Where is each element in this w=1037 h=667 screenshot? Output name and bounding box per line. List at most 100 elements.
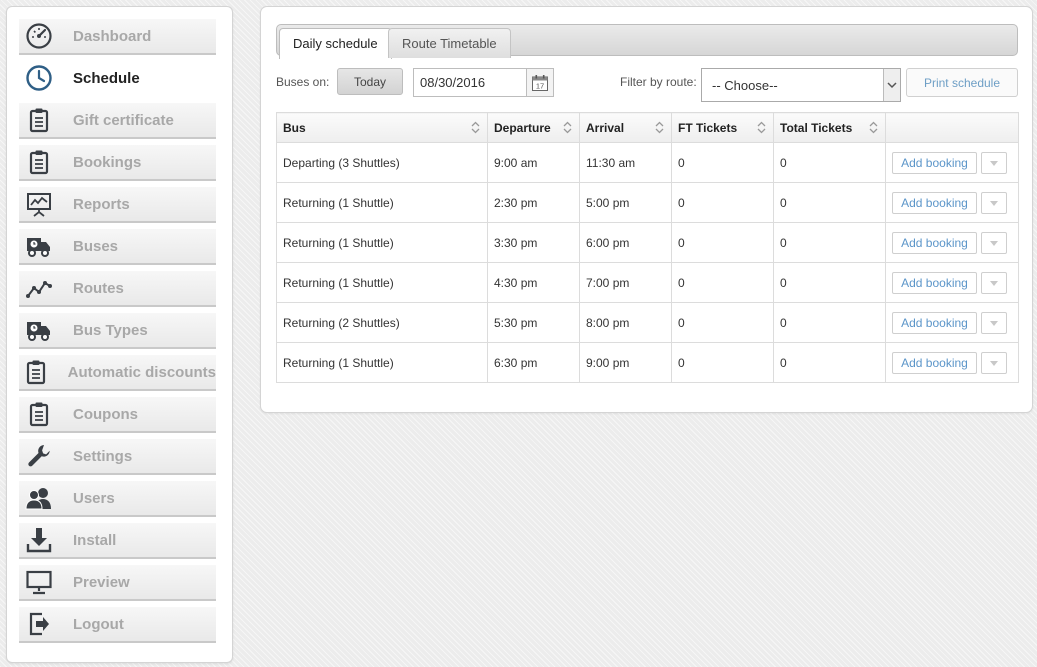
sort-icon[interactable] [563, 121, 572, 134]
tab-daily-schedule[interactable]: Daily schedule [279, 28, 392, 59]
sort-icon[interactable] [757, 121, 766, 134]
sort-icon[interactable] [655, 121, 664, 134]
sidebar-item-bookings[interactable]: Bookings [19, 145, 216, 181]
sidebar: Dashboard Schedule Gift certificate Booking… [6, 6, 233, 663]
tab-bar: Daily schedule Route Timetable [276, 24, 1018, 59]
sidebar-item-reports[interactable]: Reports [19, 187, 216, 223]
sidebar-item-label: Schedule [73, 69, 140, 87]
column-header-actions [885, 112, 1019, 143]
monitor-icon [19, 565, 59, 599]
sidebar-item-label: Buses [73, 237, 119, 255]
date-input[interactable] [414, 75, 534, 90]
table-row: Returning (1 Shuttle) 3:30 pm 6:00 pm 0 0 Add… [276, 222, 1019, 263]
print-schedule-button[interactable]: Print schedule [906, 68, 1018, 97]
caret-down-icon [990, 200, 998, 206]
sidebar-item-label: Bus Types [73, 321, 148, 339]
date-field[interactable]: 17 [413, 68, 554, 97]
add-booking-button[interactable]: Add booking [892, 352, 977, 374]
cell-actions: Add booking [885, 342, 1019, 383]
logout-icon [19, 607, 59, 641]
more-actions-button[interactable] [981, 192, 1007, 214]
table-body: Departing (3 Shuttles) 9:00 am 11:30 am 0 0 A… [276, 142, 1019, 383]
column-header-total-tickets[interactable]: Total Tickets [773, 112, 886, 143]
clipboard-icon [19, 355, 54, 389]
row-actions: Add booking [887, 144, 1018, 182]
cell-departure: 3:30 pm [487, 222, 580, 263]
cell-actions: Add booking [885, 182, 1019, 223]
sidebar-item-routes[interactable]: Routes [19, 271, 216, 307]
cell-bus: Departing (3 Shuttles) [276, 142, 488, 183]
row-actions: Add booking [887, 224, 1018, 262]
cell-bus: Returning (1 Shuttle) [276, 342, 488, 383]
row-actions: Add booking [887, 344, 1018, 382]
cell-total-tickets: 0 [773, 182, 886, 223]
clipboard-icon [19, 397, 59, 431]
table-row: Returning (1 Shuttle) 2:30 pm 5:00 pm 0 0 Add… [276, 182, 1019, 223]
add-booking-button[interactable]: Add booking [892, 312, 977, 334]
more-actions-button[interactable] [981, 152, 1007, 174]
sidebar-item-users[interactable]: Users [19, 481, 216, 517]
add-booking-button[interactable]: Add booking [892, 192, 977, 214]
sidebar-item-dashboard[interactable]: Dashboard [19, 19, 216, 55]
add-booking-button[interactable]: Add booking [892, 272, 977, 294]
chevron-down-icon[interactable] [883, 69, 900, 101]
cell-total-tickets: 0 [773, 262, 886, 303]
column-header-ft-tickets[interactable]: FT Tickets [671, 112, 774, 143]
cell-arrival: 5:00 pm [579, 182, 672, 223]
row-actions: Add booking [887, 264, 1018, 302]
cell-departure: 2:30 pm [487, 182, 580, 223]
cell-arrival: 6:00 pm [579, 222, 672, 263]
route-select[interactable]: -- Choose-- [701, 68, 901, 102]
sidebar-item-logout[interactable]: Logout [19, 607, 216, 643]
calendar-icon[interactable]: 17 [526, 69, 553, 96]
sidebar-item-label: Logout [73, 615, 124, 633]
sidebar-item-label: Install [73, 531, 117, 549]
cell-total-tickets: 0 [773, 222, 886, 263]
sidebar-item-preview[interactable]: Preview [19, 565, 216, 601]
today-button[interactable]: Today [337, 68, 403, 95]
sidebar-item-label: Dashboard [73, 27, 152, 45]
column-header-arrival[interactable]: Arrival [579, 112, 672, 143]
sidebar-item-label: Coupons [73, 405, 138, 423]
sidebar-item-schedule[interactable]: Schedule [19, 61, 216, 97]
column-header-label: FT Tickets [678, 120, 738, 135]
users-icon [19, 481, 59, 515]
more-actions-button[interactable] [981, 352, 1007, 374]
cell-total-tickets: 0 [773, 302, 886, 343]
sort-icon[interactable] [869, 121, 878, 134]
add-booking-button[interactable]: Add booking [892, 152, 977, 174]
sidebar-item-buses[interactable]: Buses [19, 229, 216, 265]
add-booking-button[interactable]: Add booking [892, 232, 977, 254]
cell-arrival: 8:00 pm [579, 302, 672, 343]
wrench-icon [19, 439, 59, 473]
cell-departure: 5:30 pm [487, 302, 580, 343]
schedule-panel: Daily schedule Route Timetable Buses on:… [260, 6, 1033, 413]
sidebar-item-coupons[interactable]: Coupons [19, 397, 216, 433]
sidebar-item-settings[interactable]: Settings [19, 439, 216, 475]
column-header-bus[interactable]: Bus [276, 112, 488, 143]
filter-by-route-label: Filter by route: [620, 75, 697, 89]
sidebar-item-automatic-discounts[interactable]: Automatic discounts [19, 355, 216, 391]
tab-route-timetable[interactable]: Route Timetable [388, 28, 511, 58]
sort-icon[interactable] [471, 121, 480, 134]
cell-total-tickets: 0 [773, 342, 886, 383]
sidebar-nav: Dashboard Schedule Gift certificate Booking… [7, 7, 232, 643]
svg-text:17: 17 [536, 81, 544, 90]
truck-clock-icon [19, 313, 59, 347]
sidebar-item-gift-certificate[interactable]: Gift certificate [19, 103, 216, 139]
more-actions-button[interactable] [981, 272, 1007, 294]
cell-actions: Add booking [885, 142, 1019, 183]
cell-ft-tickets: 0 [671, 222, 774, 263]
table-row: Returning (2 Shuttles) 5:30 pm 8:00 pm 0 0 Ad… [276, 302, 1019, 343]
cell-departure: 4:30 pm [487, 262, 580, 303]
download-icon [19, 523, 59, 557]
sidebar-item-bus-types[interactable]: Bus Types [19, 313, 216, 349]
more-actions-button[interactable] [981, 232, 1007, 254]
clipboard-icon [19, 103, 59, 137]
column-header-departure[interactable]: Departure [487, 112, 580, 143]
cell-ft-tickets: 0 [671, 182, 774, 223]
sidebar-item-label: Bookings [73, 153, 142, 171]
more-actions-button[interactable] [981, 312, 1007, 334]
sidebar-item-install[interactable]: Install [19, 523, 216, 559]
cell-departure: 6:30 pm [487, 342, 580, 383]
